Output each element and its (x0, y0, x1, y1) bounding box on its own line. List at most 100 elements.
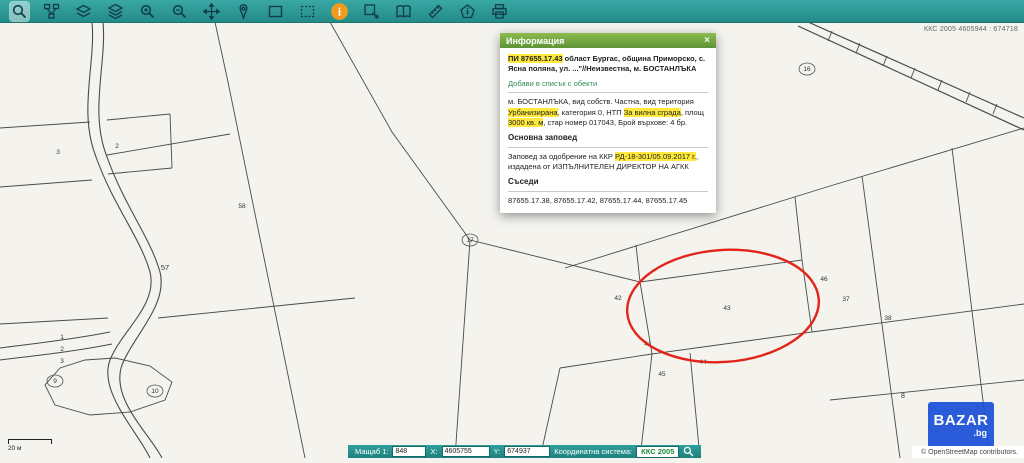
parcel-boundary (330, 22, 470, 240)
parcel-number-label: 57 (161, 263, 169, 272)
scale-input[interactable] (392, 446, 426, 457)
info-icon[interactable]: i (330, 2, 349, 21)
details-highlight-ntp: За вилна сграда (624, 108, 681, 117)
y-coordinate-input[interactable] (504, 446, 550, 457)
parcel-boundary (938, 80, 942, 90)
status-bar: Мащаб 1: X: Y: Координатна система: ККС … (348, 445, 701, 458)
info-popup-header[interactable]: Информация × (500, 33, 716, 48)
parcel-boundary (640, 354, 652, 458)
parcel-boundary (0, 122, 90, 128)
parcel-boundary (911, 68, 915, 78)
parcel-boundary (830, 380, 1024, 400)
order-number-highlight: РД-18-301/05.09.2017 г. (615, 152, 696, 161)
info-popup-body: ПИ 87655.17.43 област Бургас, община При… (500, 48, 716, 213)
pan-icon[interactable] (202, 2, 221, 21)
select-parcel-icon[interactable] (362, 2, 381, 21)
y-label: Y: (494, 447, 501, 456)
sitemap-icon[interactable] (42, 2, 61, 21)
select-rect-icon[interactable] (266, 2, 285, 21)
parcel-boundary (560, 354, 652, 368)
parcel-boundary (795, 197, 802, 260)
crs-label: Координатна система: (554, 447, 632, 456)
parcel-boundary (455, 240, 470, 458)
zoom-in-icon[interactable] (138, 2, 157, 21)
measure-icon[interactable] (426, 2, 445, 21)
x-label: X: (430, 447, 437, 456)
divider (508, 92, 708, 93)
parcel-number-label: 3 (60, 358, 64, 365)
parcel-boundary (0, 344, 112, 360)
parcel-details: м. БОСТАНЛЪКА, вид собств. Частна, вид т… (508, 97, 708, 127)
details-highlight-area: 3000 кв. м (508, 118, 543, 127)
close-icon[interactable]: × (704, 36, 710, 46)
parcel-number-label: 17 (466, 237, 474, 244)
parcel-number-label: 3 (56, 149, 60, 156)
details-text: , стар номер 017043, Брой върхове: 4 бр. (543, 118, 687, 127)
parcel-boundary (107, 114, 170, 120)
layers-stack-icon[interactable] (106, 2, 125, 21)
scale-bar-label: 20 м (8, 445, 52, 452)
info-popup-title: Информация (506, 36, 564, 46)
parcel-identifier: ПИ 87655.17.43 област Бургас, община При… (508, 54, 708, 74)
parcel-number-label: 45 (658, 371, 666, 378)
parcel-boundary (636, 245, 640, 282)
annotate-icon[interactable] (458, 2, 477, 21)
parcel-boundary (107, 134, 230, 155)
parcel-number-label: 2 (60, 346, 64, 353)
parcel-boundary (470, 240, 640, 282)
divider (508, 147, 708, 148)
parcel-number-label: 42 (614, 295, 622, 302)
search-icon[interactable] (10, 2, 29, 21)
scale-bar: 20 м (8, 439, 52, 452)
legend-book-icon[interactable] (394, 2, 413, 21)
parcel-boundary (812, 304, 1024, 332)
parcel-boundary (690, 353, 700, 458)
parcel-boundary (0, 180, 92, 187)
parcel-number-label: 9 (53, 378, 57, 385)
parcel-boundary (0, 332, 110, 348)
parcel-number-label: 58 (238, 203, 246, 210)
print-icon[interactable] (490, 2, 509, 21)
goto-search-icon[interactable] (683, 446, 694, 457)
x-coordinate-input[interactable] (442, 446, 490, 457)
layers-icon[interactable] (74, 2, 93, 21)
neighbors-list: 87655.17.38, 87655.17.42, 87655.17.44, 8… (508, 196, 708, 206)
parcel-number-label: 46 (820, 276, 828, 283)
parcel-number-label: 38 (884, 315, 892, 322)
marker-icon[interactable] (234, 2, 253, 21)
parcel-number-label: 43 (723, 305, 731, 312)
details-text: м. БОСТАНЛЪКА, вид собств. Частна, вид т… (508, 97, 694, 106)
details-highlight-territory: Урбанизирана (508, 108, 558, 117)
zoom-out-icon[interactable] (170, 2, 189, 21)
crs-selector[interactable]: ККС 2005 (636, 446, 679, 458)
parcel-boundary (228, 82, 305, 458)
add-to-list-link[interactable]: Добави в списък с обекти (508, 79, 708, 89)
parcel-number-label: 2 (115, 143, 119, 150)
order-text-pre: Заповед за одобрение на ККР (508, 152, 615, 161)
parcel-number-label: 37 (842, 296, 850, 303)
parcel-boundary (808, 22, 1024, 118)
bazar-watermark-text: BAZAR (934, 413, 989, 428)
parcel-boundary (170, 114, 172, 168)
bazar-watermark-suffix: .bg (974, 428, 988, 438)
osm-attribution: © OpenStreetMap contributors. (912, 446, 1024, 458)
parcel-number-label: 10 (151, 388, 159, 395)
parcel-boundary (158, 298, 355, 318)
divider (508, 191, 708, 192)
parcel-boundary (883, 56, 887, 66)
parcel-number-label: 16 (803, 66, 811, 73)
order-text: Заповед за одобрение на ККР РД-18-301/05… (508, 152, 708, 172)
details-text: , категория 0, НТП (558, 108, 624, 117)
parcel-boundary (108, 168, 172, 174)
info-popup: Информация × ПИ 87655.17.43 област Бурга… (500, 33, 716, 213)
parcel-boundary (215, 22, 228, 82)
select-area-icon[interactable] (298, 2, 317, 21)
parcel-boundary (88, 22, 151, 458)
scale-label: Мащаб 1: (355, 447, 388, 456)
bazar-watermark-logo: BAZAR .bg (928, 402, 994, 448)
neighbors-section-title: Съседи (508, 177, 708, 188)
parcel-boundary (862, 176, 900, 458)
parcel-id-highlight: ПИ 87655.17.43 (508, 54, 563, 63)
parcel-number-label: 1 (60, 334, 64, 341)
osm-attribution-text[interactable]: © OpenStreetMap contributors. (921, 449, 1018, 456)
